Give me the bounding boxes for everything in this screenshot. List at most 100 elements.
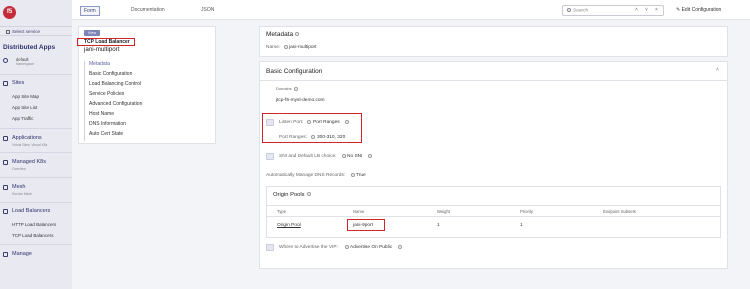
divider: [259, 80, 728, 81]
divider: [0, 202, 72, 203]
nav-item-load-balancing-control[interactable]: Load Balancing Control: [89, 81, 142, 91]
divider: [0, 244, 72, 245]
applications-sub: Virtual Sites, Virtual K8s: [12, 143, 48, 147]
chevron-up-icon[interactable]: ˄: [716, 67, 719, 73]
sidebar-item-app-site-list[interactable]: App Site List: [12, 105, 37, 110]
f5-logo: f5: [3, 6, 16, 19]
lb-name-title: jani-multiport: [84, 46, 120, 53]
sidebar-item-tcp-load-balancers[interactable]: TCP Load Balancers: [12, 233, 53, 238]
grid-icon: [6, 29, 10, 34]
mesh-icon: [3, 185, 8, 190]
port-ranges-label: Port Ranges:: [279, 135, 307, 140]
advertise-label: Where to Advertise the VIP:: [279, 245, 338, 250]
sidebar-section-applications[interactable]: Applications: [12, 135, 42, 141]
origin-pools-title: Origin Pools: [273, 192, 311, 198]
mesh-sub: Service Mesh: [12, 192, 32, 196]
view-badge: View: [84, 30, 100, 36]
origin-pool-weight: 1: [437, 223, 440, 228]
divider: [0, 74, 72, 75]
info-icon: [345, 120, 349, 124]
nav-item-dns-information[interactable]: DNS Information: [89, 121, 142, 131]
close-icon[interactable]: ×: [655, 7, 658, 13]
nav-item-host-name[interactable]: Host Name: [89, 111, 142, 121]
nav-item-advanced-configuration[interactable]: Advanced Configuration: [89, 101, 142, 111]
info-icon: [284, 45, 288, 49]
nav-item-service-policies[interactable]: Service Policies: [89, 91, 142, 101]
info-icon: [293, 86, 298, 91]
domains-value: jtcp-f5-mysl-demo.com: [276, 98, 325, 103]
metadata-title: Metadata: [266, 31, 300, 38]
select-service-button[interactable]: Select service: [0, 26, 72, 36]
sidebar-item-app-traffic[interactable]: App Traffic: [12, 116, 33, 121]
column-header-endpoint-subsets: Endpoint Subsets: [603, 209, 636, 214]
info-icon: [295, 32, 300, 37]
managed-k8s-sub: Overview: [12, 167, 26, 171]
column-header-priority: Priority: [520, 209, 534, 214]
origin-pool-type-link[interactable]: Origin Pool: [277, 223, 301, 228]
sidebar-section-manage[interactable]: Manage: [12, 251, 32, 257]
tab-documentation[interactable]: Documentation: [128, 6, 168, 14]
expand-toggle-icon[interactable]: [266, 244, 274, 251]
info-icon: [342, 154, 346, 158]
sidebar: f5 Select service Distributed Apps defau…: [0, 0, 72, 289]
tab-json[interactable]: JSON: [198, 6, 217, 14]
tab-form[interactable]: Form: [80, 6, 100, 16]
pencil-icon: ✎: [676, 7, 681, 13]
search-placeholder: Search: [573, 8, 589, 14]
expand-toggle-icon[interactable]: [266, 153, 274, 160]
sidebar-item-app-site-map[interactable]: App Site Map: [12, 94, 39, 99]
name-label: Name:: [266, 45, 281, 50]
sidebar-section-load-balancers[interactable]: Load Balancers: [12, 208, 50, 214]
applications-icon: [3, 136, 8, 141]
info-icon: [351, 173, 355, 177]
nav-item-metadata[interactable]: Metadata: [89, 61, 142, 71]
info-icon: [368, 154, 372, 158]
sni-value: No SNI: [347, 154, 363, 159]
divider: [0, 128, 72, 129]
origin-pools-card: [266, 186, 721, 238]
listen-port-value: Port Ranges: [313, 120, 340, 125]
column-header-weight: Weight: [437, 209, 450, 214]
namespace-icon: [3, 58, 8, 63]
sites-icon: [3, 81, 8, 86]
metadata-card: [259, 26, 728, 57]
edit-configuration-button[interactable]: ✎ Edit Configuration: [676, 7, 721, 13]
origin-pool-priority: 1: [520, 223, 523, 228]
namespace-sub: Namespace: [16, 62, 35, 66]
column-header-type: Type: [277, 209, 287, 214]
manage-icon: [3, 252, 8, 257]
info-icon: [306, 192, 311, 197]
sidebar-section-sites[interactable]: Sites: [12, 80, 24, 86]
sidebar-section-mesh[interactable]: Mesh: [12, 184, 25, 190]
divider: [266, 216, 721, 217]
divider: [0, 152, 72, 153]
column-header-name: Name: [353, 209, 365, 214]
name-value: jani-multiport: [289, 45, 317, 50]
expand-toggle-icon[interactable]: [266, 119, 274, 126]
search-icon: [567, 8, 571, 12]
advertise-value: Advertise On Public: [350, 245, 393, 250]
port-ranges-value: 300-310, 320: [317, 135, 346, 140]
dns-value: True: [356, 173, 366, 178]
dns-label: Automatically Manage DNS Records:: [266, 173, 346, 178]
sidebar-section-managed-k8s[interactable]: Managed K8s: [12, 159, 46, 165]
nav-item-basic-configuration[interactable]: Basic Configuration: [89, 71, 142, 81]
divider: [0, 177, 72, 178]
chevron-up-icon[interactable]: ˄: [635, 7, 638, 13]
search-input[interactable]: Search ˄ ˅ ×: [562, 5, 664, 16]
managed-k8s-icon: [3, 160, 8, 165]
info-icon: [398, 245, 402, 249]
section-nav-list: Metadata Basic Configuration Load Balanc…: [84, 61, 142, 141]
domains-label: Domains: [276, 86, 298, 91]
nav-item-auto-cert-state[interactable]: Auto Cert State: [89, 131, 142, 141]
sidebar-item-http-load-balancers[interactable]: HTTP Load Balancers: [12, 222, 56, 227]
info-icon: [345, 245, 349, 249]
namespace-selector[interactable]: default Namespace: [16, 57, 34, 67]
lb-type-label: TCP Load Balancer: [77, 38, 135, 46]
select-service-label: Select service: [12, 29, 41, 34]
basic-configuration-title: Basic Configuration: [266, 68, 323, 75]
load-balancers-icon: [3, 209, 8, 214]
chevron-down-icon[interactable]: ˅: [645, 7, 648, 13]
listen-port-label: Listen Port:: [279, 120, 304, 125]
info-icon: [311, 135, 315, 139]
